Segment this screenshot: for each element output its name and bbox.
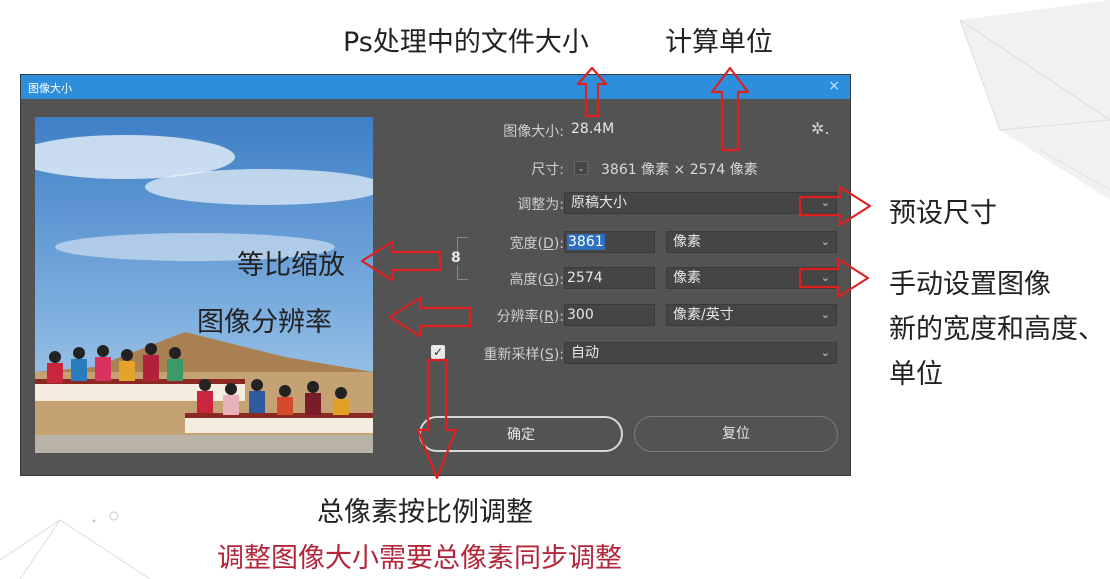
- check-icon: ✓: [432, 345, 444, 359]
- height-label-key: G: [542, 272, 554, 288]
- resample-label-suffix: ):: [553, 347, 564, 363]
- height-label-suffix: ):: [553, 272, 564, 288]
- manual-annotation-line2: 新的宽度和高度、: [889, 314, 1105, 345]
- resize-note: 调整图像大小需要总像素同步调整: [217, 543, 622, 574]
- resolution-value: 300: [567, 307, 594, 323]
- image-size-dialog: 图像大小 × 图像大小: 28.4M ✲. 尺寸: ⌄ 3861 像素 × 25…: [20, 74, 851, 476]
- image-preview[interactable]: [35, 117, 373, 453]
- preset-annotation: 预设尺寸: [889, 198, 997, 229]
- dimensions-label: 尺寸:: [531, 162, 564, 178]
- resolution-annotation: 图像分辨率: [197, 307, 332, 338]
- height-value: 2574: [567, 270, 603, 286]
- dimensions-value: 3861 像素 × 2574 像素: [601, 162, 758, 178]
- chevron-down-icon: ⌄: [820, 271, 830, 284]
- resolution-unit-value: 像素/英寸: [673, 307, 734, 323]
- chevron-down-icon: ⌄: [820, 308, 830, 321]
- width-value: 3861: [567, 234, 605, 250]
- chevron-down-icon: ⌄: [820, 235, 830, 248]
- manual-annotation-line1: 手动设置图像: [889, 269, 1051, 300]
- chevron-down-icon: ⌄: [820, 346, 830, 359]
- width-label: 宽度(D):: [461, 233, 564, 253]
- resample-label-text: 重新采样(: [483, 347, 545, 363]
- width-label-text: 宽度(: [509, 236, 544, 252]
- width-label-suffix: ):: [553, 236, 564, 252]
- resolution-unit-select[interactable]: 像素/英寸 ⌄: [666, 304, 837, 326]
- dialog-titlebar: 图像大小 ×: [21, 75, 850, 99]
- resample-label: 重新采样(S):: [453, 344, 564, 364]
- resolution-label-suffix: ):: [553, 309, 564, 325]
- dialog-title: 图像大小: [28, 82, 72, 95]
- resolution-label: 分辨率(R):: [461, 306, 564, 326]
- resolution-label-text: 分辨率(: [496, 309, 545, 325]
- width-unit-value: 像素: [673, 234, 701, 250]
- fit-to-label: 调整为:: [517, 197, 564, 213]
- fit-to-value: 原稿大小: [571, 195, 627, 211]
- constrain-annotation: 等比缩放: [237, 250, 345, 281]
- gear-icon[interactable]: ✲.: [811, 119, 830, 138]
- manual-annotation-line3: 单位: [889, 359, 943, 390]
- resample-checkbox[interactable]: ✓: [431, 345, 445, 359]
- reset-button[interactable]: 复位: [634, 416, 838, 452]
- resample-method-select[interactable]: 自动 ⌄: [564, 342, 837, 364]
- height-unit-value: 像素: [673, 270, 701, 286]
- height-label-text: 高度(: [509, 272, 543, 288]
- width-label-key: D: [543, 236, 554, 252]
- resample-method-value: 自动: [571, 345, 599, 361]
- height-label: 高度(G):: [461, 269, 564, 289]
- image-size-label: 图像大小:: [503, 124, 564, 140]
- ok-button[interactable]: 确定: [419, 416, 623, 452]
- dimensions-unit-dropdown[interactable]: ⌄: [574, 161, 588, 175]
- chevron-down-icon: ⌄: [820, 196, 830, 209]
- fit-to-select[interactable]: 原稿大小 ⌄: [564, 192, 837, 214]
- resolution-input[interactable]: 300: [564, 304, 655, 326]
- resample-label-key: S: [544, 347, 554, 363]
- width-unit-select[interactable]: 像素 ⌄: [666, 231, 837, 253]
- constrain-proportions-link-icon[interactable]: 8: [451, 250, 461, 266]
- chevron-down-icon: ⌄: [577, 164, 585, 173]
- resample-annotation: 总像素按比例调整: [317, 497, 533, 528]
- height-unit-select[interactable]: 像素 ⌄: [666, 267, 837, 289]
- resolution-label-key: R: [544, 309, 554, 325]
- image-size-value: 28.4M: [571, 121, 615, 137]
- width-input[interactable]: 3861: [564, 231, 655, 253]
- file-size-annotation: Ps处理中的文件大小: [343, 27, 589, 58]
- close-icon[interactable]: ×: [828, 78, 840, 94]
- units-annotation: 计算单位: [665, 27, 773, 58]
- height-input[interactable]: 2574: [564, 267, 655, 289]
